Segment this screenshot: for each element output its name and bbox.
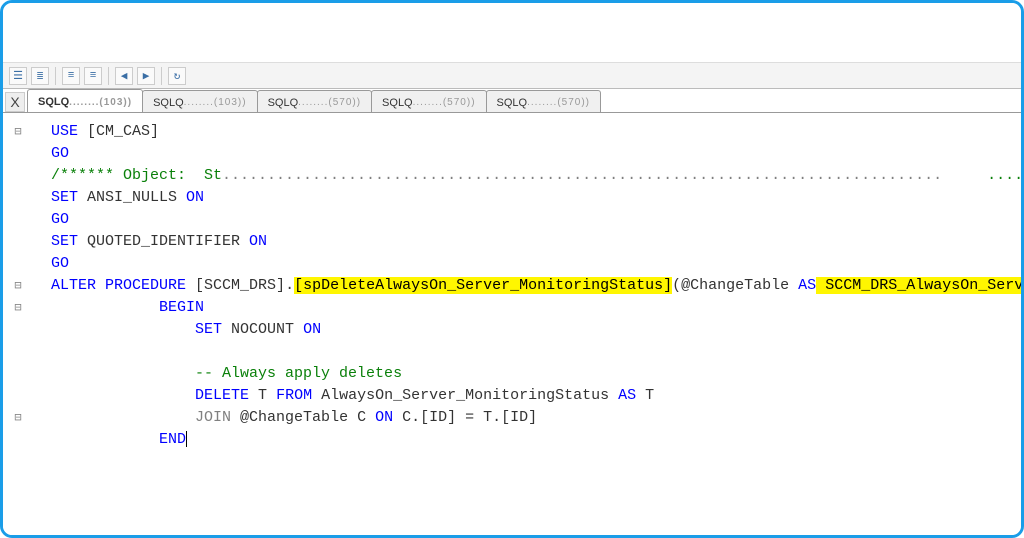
menu-bar-area [3, 3, 1021, 63]
toolbar-btn-outdent[interactable]: ◀ [115, 67, 133, 85]
fold-toggle[interactable] [3, 253, 33, 275]
toolbar-separator [108, 67, 109, 85]
tab-label: SQLQ [153, 97, 184, 109]
code-comment: -- Always apply deletes [195, 365, 402, 382]
code-text: T [249, 387, 276, 404]
sql-editor[interactable]: USE [CM_CAS] GO /****** Object: St......… [33, 115, 1021, 535]
code-text: AlwaysOn_Server_MonitoringStatus [312, 387, 618, 404]
code-text: ALTER [51, 277, 96, 294]
toolbar-btn-refresh[interactable]: ↻ [168, 67, 186, 85]
toolbar-btn-indent[interactable]: ▶ [137, 67, 155, 85]
code-text: SET [51, 233, 78, 250]
code-comment: ....... .... ......... */ [942, 167, 1021, 184]
fold-toggle[interactable] [3, 319, 33, 341]
code-text: [CM_CAS] [78, 123, 159, 140]
code-text: END [51, 431, 186, 448]
code-text: @ChangeTable C [231, 409, 375, 426]
highlighted-text: SCCM_DRS_AlwaysOn_Server_MonitoringStatu… [816, 277, 1021, 294]
fold-toggle[interactable] [3, 165, 33, 187]
code-text: JOIN [195, 409, 231, 426]
code-text: ON [375, 409, 393, 426]
code-text [51, 409, 195, 426]
fold-toggle[interactable] [3, 341, 33, 363]
tab-sql-query-5[interactable]: SQLQ........(570)) [486, 90, 601, 112]
code-text: PROCEDURE [96, 277, 186, 294]
code-text: GO [51, 145, 69, 162]
fold-toggle[interactable] [3, 143, 33, 165]
code-text: QUOTED_IDENTIFIER [78, 233, 249, 250]
toolbar: ☰ ≣ ≡ ≡ ◀ ▶ ↻ [3, 63, 1021, 89]
code-text [51, 387, 195, 404]
code-comment: /****** Object: St [51, 167, 222, 184]
fold-toggle[interactable] [3, 451, 33, 473]
fold-toggle[interactable] [3, 231, 33, 253]
toolbar-btn-4[interactable]: ≡ [84, 67, 102, 85]
tab-label: SQLQ [382, 97, 413, 109]
code-text: SET [51, 189, 78, 206]
code-text: ON [186, 189, 204, 206]
highlighted-text: [spDeleteAlwaysOn_Server_MonitoringStatu… [294, 277, 672, 294]
tab-strip: X SQLQ........(103)) SQLQ........(103)) … [3, 89, 1021, 113]
code-text: ON [249, 233, 267, 250]
code-text: DELETE [195, 387, 249, 404]
fold-toggle[interactable] [3, 429, 33, 451]
tab-suffix: ........(570)) [527, 97, 590, 108]
code-text: [SCCM_DRS] [186, 277, 285, 294]
code-text: ........................................… [222, 167, 942, 184]
code-text [51, 321, 195, 338]
tab-sql-query-1[interactable]: SQLQ........(103)) [27, 89, 143, 112]
code-text: GO [51, 211, 69, 228]
code-text: (@ChangeTable [672, 277, 798, 294]
code-text: NOCOUNT [222, 321, 303, 338]
tab-label: SQLQ [497, 97, 528, 109]
tab-sql-query-3[interactable]: SQLQ........(570)) [257, 90, 372, 112]
tab-sql-query-4[interactable]: SQLQ........(570)) [371, 90, 486, 112]
fold-toggle[interactable]: ⊟ [3, 297, 33, 319]
text-cursor [186, 431, 187, 447]
tab-suffix: ........(570)) [413, 97, 476, 108]
code-text: ANSI_NULLS [78, 189, 186, 206]
code-text: AS [618, 387, 636, 404]
toolbar-btn-1[interactable]: ☰ [9, 67, 27, 85]
toolbar-btn-3[interactable]: ≡ [62, 67, 80, 85]
code-text [51, 365, 195, 382]
tab-suffix: ........(103)) [184, 97, 247, 108]
code-text: SET [195, 321, 222, 338]
code-text: C.[ID] = T.[ID] [393, 409, 537, 426]
code-folding-gutter: ⊟ ⊟ ⊟ ⊟ [3, 115, 33, 535]
tab-sql-query-2[interactable]: SQLQ........(103)) [142, 90, 257, 112]
code-text: BEGIN [51, 299, 204, 316]
toolbar-btn-2[interactable]: ≣ [31, 67, 49, 85]
tab-suffix: ........(103)) [69, 97, 132, 108]
tab-label: SQLQ [38, 96, 69, 108]
code-text: FROM [276, 387, 312, 404]
toolbar-separator [161, 67, 162, 85]
code-text: AS [798, 277, 816, 294]
fold-toggle[interactable] [3, 385, 33, 407]
code-text: GO [51, 255, 69, 272]
code-text: USE [51, 123, 78, 140]
window-frame: ☰ ≣ ≡ ≡ ◀ ▶ ↻ X SQLQ........(103)) SQLQ.… [0, 0, 1024, 538]
fold-toggle[interactable]: ⊟ [3, 121, 33, 143]
fold-toggle[interactable] [3, 209, 33, 231]
code-text: ON [303, 321, 321, 338]
tab-label: SQLQ [268, 97, 299, 109]
fold-toggle[interactable] [3, 187, 33, 209]
fold-toggle[interactable]: ⊟ [3, 407, 33, 429]
fold-toggle[interactable] [3, 363, 33, 385]
fold-toggle[interactable]: ⊟ [3, 275, 33, 297]
close-tab-button[interactable]: X [5, 92, 25, 112]
toolbar-separator [55, 67, 56, 85]
code-text: T [636, 387, 654, 404]
code-text: . [285, 277, 294, 294]
tab-suffix: ........(570)) [298, 97, 361, 108]
